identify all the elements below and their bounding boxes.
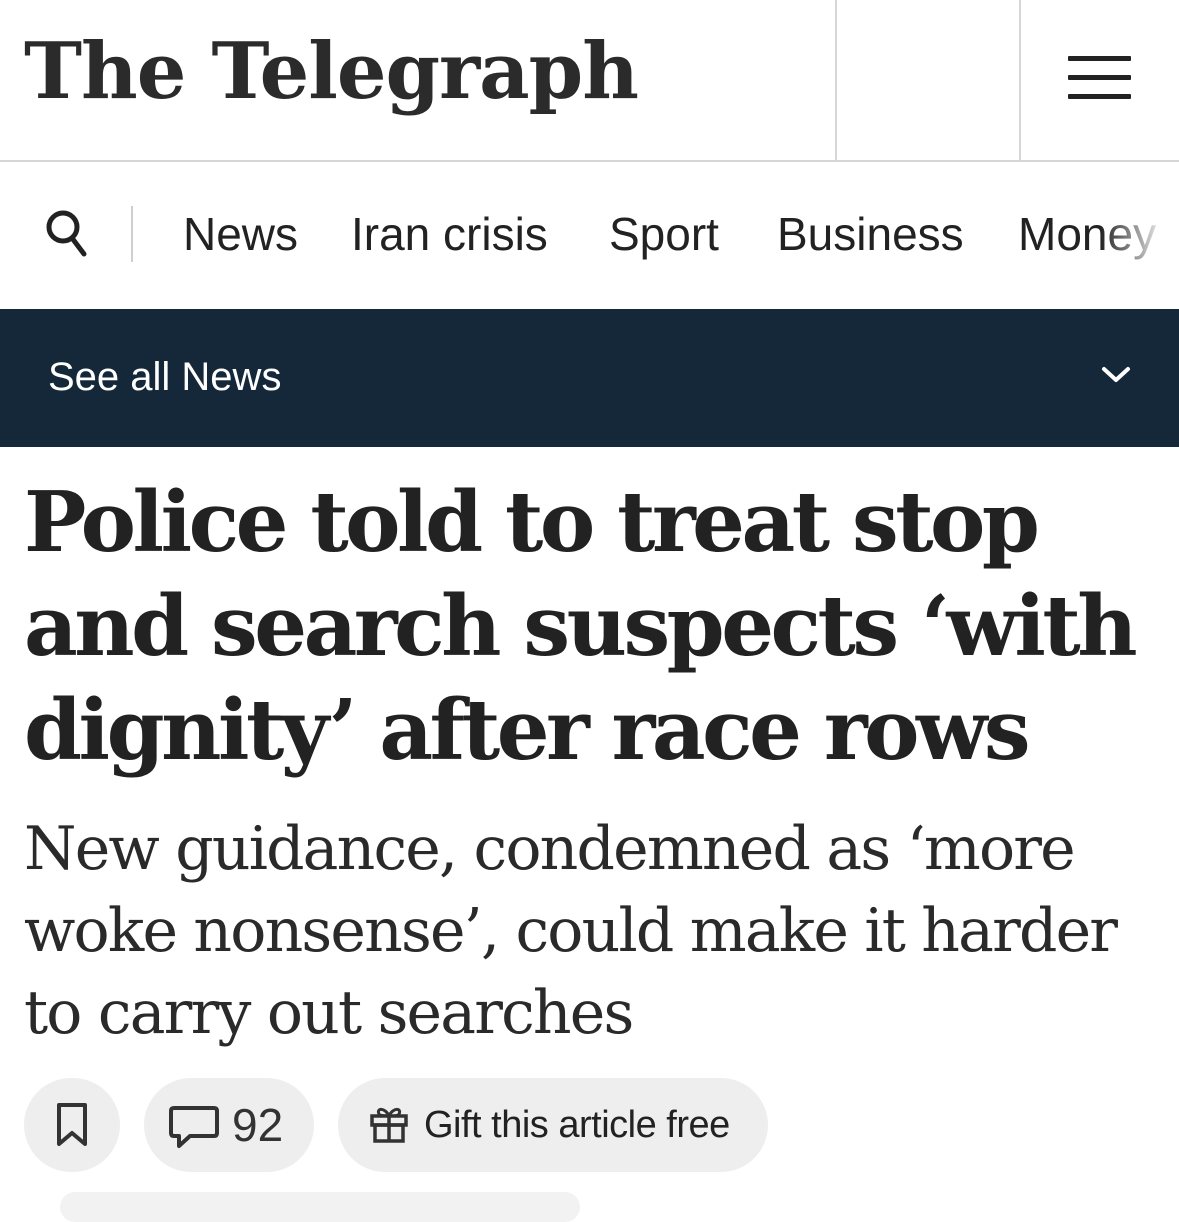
nav-item-money[interactable]: Money	[1018, 206, 1156, 262]
nav-item-business[interactable]: Business	[777, 206, 964, 262]
next-content-edge	[60, 1192, 580, 1222]
bookmark-button[interactable]	[24, 1078, 120, 1172]
article-headline: Police told to treat stop and search sus…	[24, 473, 1138, 779]
gift-icon	[370, 1107, 408, 1143]
search-icon[interactable]	[44, 207, 90, 261]
nav-separator	[131, 206, 133, 262]
section-dropdown-label: See all News	[48, 355, 282, 399]
bookmark-icon	[57, 1103, 87, 1146]
nav-item-sport[interactable]: Sport	[609, 206, 719, 262]
article-standfirst: New guidance, condemned as ‘more woke no…	[24, 814, 1118, 1048]
masthead: The Telegraph	[0, 0, 1179, 162]
comment-icon	[169, 1106, 219, 1148]
gift-article-button[interactable]: Gift this article free	[338, 1078, 768, 1172]
comment-count: 92	[232, 1099, 284, 1151]
hamburger-menu-icon[interactable]	[1068, 56, 1134, 102]
comments-button[interactable]: 92	[144, 1078, 314, 1172]
masthead-divider	[1019, 0, 1021, 160]
telegraph-logo[interactable]: The Telegraph	[24, 22, 639, 122]
masthead-divider	[835, 0, 837, 160]
chevron-down-icon[interactable]	[1100, 364, 1132, 386]
see-all-news-dropdown[interactable]: See all News	[0, 309, 1179, 447]
nav-item-news[interactable]: News	[183, 206, 298, 262]
gift-article-label: Gift this article free	[424, 1104, 730, 1146]
section-nav: News Iran crisis Sport Business Money	[0, 162, 1179, 309]
nav-item-iran-crisis[interactable]: Iran crisis	[351, 206, 548, 262]
